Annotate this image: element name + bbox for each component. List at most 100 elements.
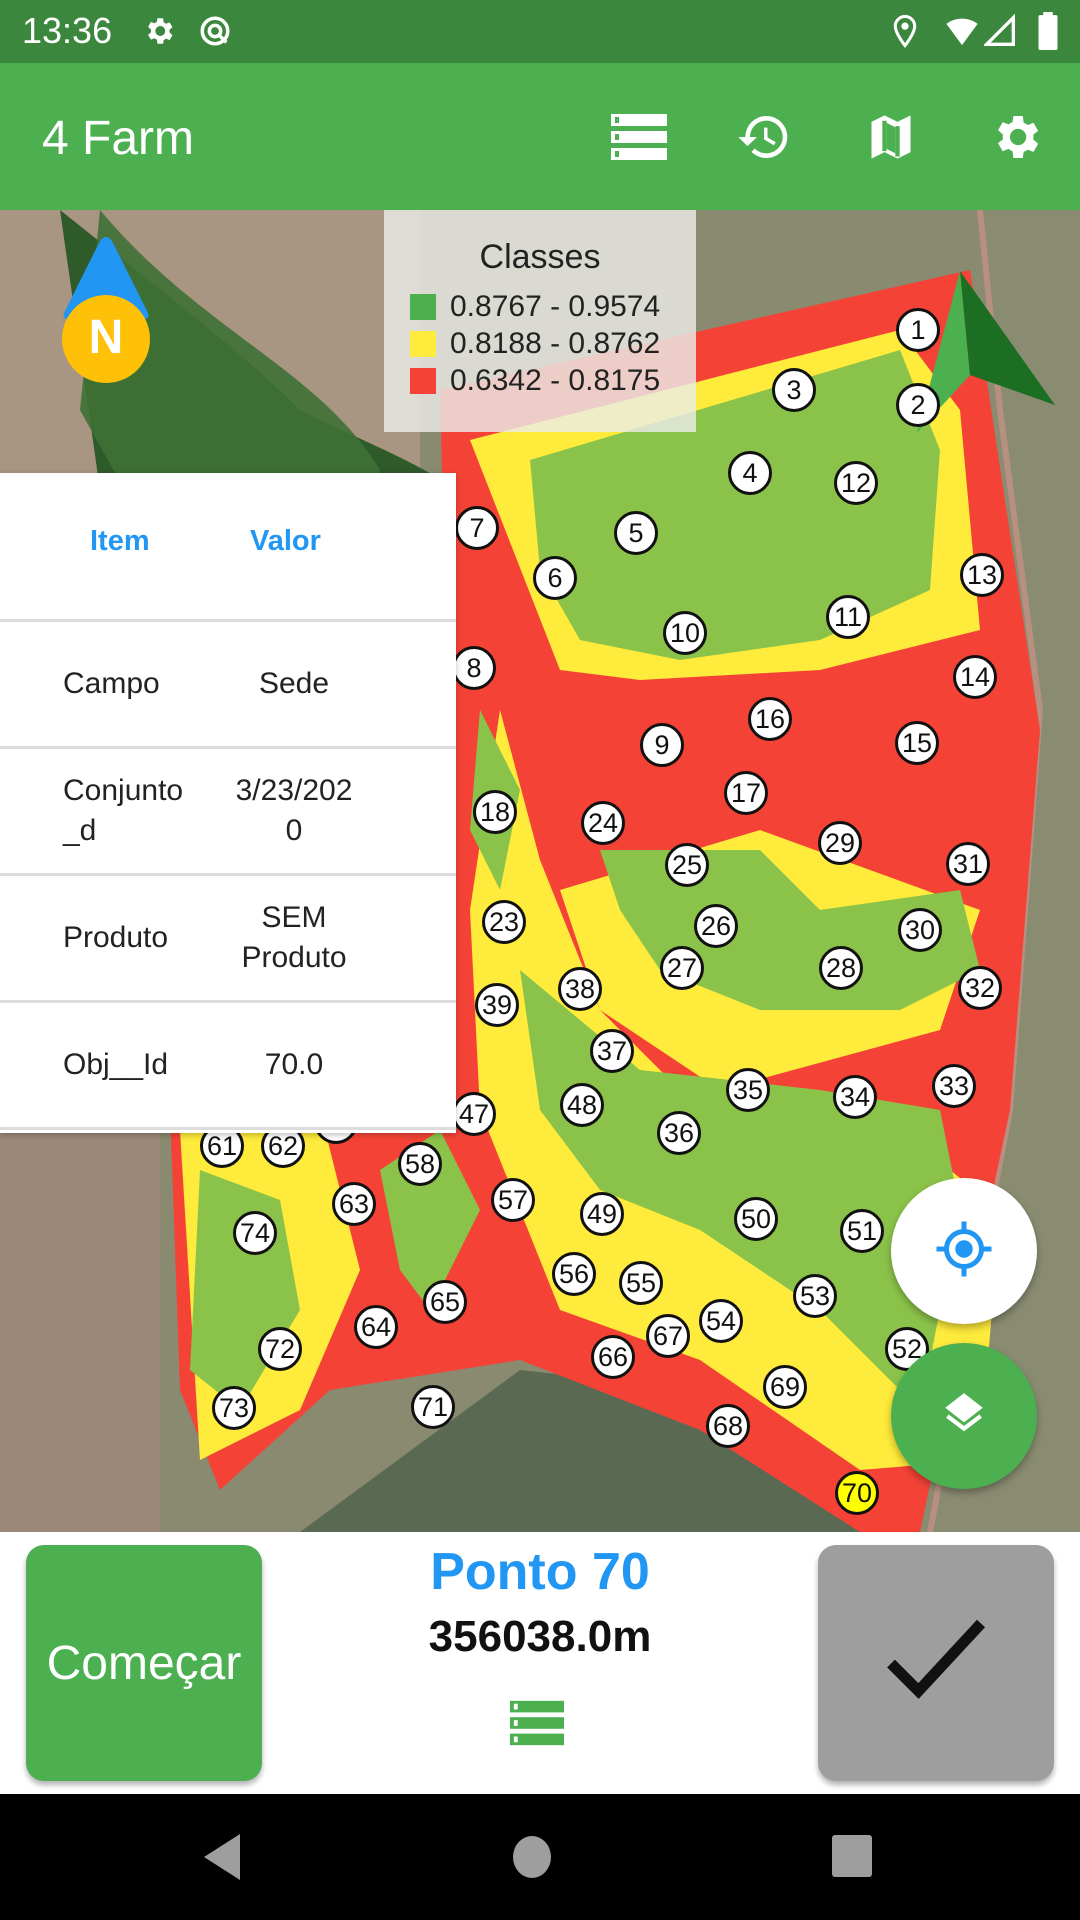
sample-point[interactable]: 48	[560, 1083, 604, 1127]
table-row: Produto SEM Produto	[0, 876, 456, 1003]
sample-point[interactable]: 49	[580, 1192, 624, 1236]
sample-point[interactable]: 10	[663, 611, 707, 655]
sample-point[interactable]: 18	[473, 790, 517, 834]
sample-point[interactable]: 71	[411, 1385, 455, 1429]
list-icon	[611, 113, 667, 165]
confirm-button[interactable]	[818, 1545, 1054, 1781]
sample-point[interactable]: 3	[772, 368, 816, 412]
layers-button[interactable]	[891, 1343, 1037, 1489]
sample-point[interactable]: 64	[354, 1305, 398, 1349]
sample-point[interactable]: 28	[819, 946, 863, 990]
row-value: 3/23/2020	[235, 774, 353, 847]
system-nav-bar	[0, 1794, 1080, 1920]
sample-point[interactable]: 32	[958, 966, 1002, 1010]
sample-point[interactable]: 30	[898, 908, 942, 952]
row-key: Conjunto_d	[63, 774, 184, 847]
sample-point[interactable]: 24	[581, 801, 625, 845]
list-button[interactable]	[603, 103, 675, 175]
sample-point[interactable]: 9	[640, 723, 684, 767]
start-button[interactable]: Começar	[26, 1545, 262, 1781]
sample-point[interactable]: 38	[558, 967, 602, 1011]
sample-point[interactable]: 51	[840, 1209, 884, 1253]
sample-point[interactable]: 5	[614, 511, 658, 555]
sample-point[interactable]: 68	[706, 1404, 750, 1448]
recents-button[interactable]	[830, 1832, 890, 1888]
sample-point[interactable]: 55	[619, 1261, 663, 1305]
sample-point[interactable]: 31	[946, 842, 990, 886]
sample-point[interactable]: 74	[233, 1211, 277, 1255]
legend-swatch-yellow	[410, 331, 436, 357]
sample-point[interactable]: 13	[960, 553, 1004, 597]
sample-point[interactable]: 6	[533, 556, 577, 600]
sample-point[interactable]: 14	[953, 655, 997, 699]
signal-icon	[982, 13, 1016, 53]
map-view[interactable]: N Classes 0.8767 - 0.9574 0.8188 - 0.876…	[0, 210, 1080, 1532]
bottom-panel: Começar Ponto 70 356038.0m	[0, 1532, 1080, 1794]
sample-point[interactable]: 35	[726, 1068, 770, 1112]
sample-point[interactable]: 69	[763, 1365, 807, 1409]
sample-point[interactable]: 47	[452, 1092, 496, 1136]
sample-point[interactable]: 15	[895, 721, 939, 765]
back-icon	[200, 1834, 244, 1886]
sample-point[interactable]: 54	[699, 1299, 743, 1343]
table-row: Conjunto_d 3/23/2020	[0, 749, 456, 876]
sample-point[interactable]: 72	[258, 1327, 302, 1371]
sample-point[interactable]: 65	[423, 1280, 467, 1324]
compass[interactable]: N	[58, 233, 154, 383]
battery-icon	[1038, 12, 1058, 55]
sample-point[interactable]: 66	[591, 1335, 635, 1379]
sample-point[interactable]: 8	[452, 646, 496, 690]
sample-point[interactable]: 23	[482, 900, 526, 944]
sample-point[interactable]: 29	[818, 821, 862, 865]
location-icon	[890, 14, 920, 53]
sample-point[interactable]: 26	[694, 904, 738, 948]
sample-point[interactable]: 37	[590, 1029, 634, 1073]
sample-point[interactable]: 39	[475, 983, 519, 1027]
sample-point[interactable]: 34	[833, 1075, 877, 1119]
sample-point[interactable]: 58	[398, 1142, 442, 1186]
sample-point[interactable]: 2	[896, 383, 940, 427]
history-icon	[736, 109, 792, 170]
row-value: SEM Produto	[241, 901, 347, 974]
app-bar: 4 Farm	[0, 63, 1080, 210]
sample-point[interactable]: 27	[660, 946, 704, 990]
settings-button[interactable]	[980, 103, 1052, 175]
legend: Classes 0.8767 - 0.9574 0.8188 - 0.8762 …	[384, 210, 696, 432]
sample-point[interactable]: 33	[932, 1064, 976, 1108]
sample-point[interactable]: 53	[793, 1274, 837, 1318]
layers-icon	[939, 1389, 989, 1444]
sample-point[interactable]: 17	[724, 771, 768, 815]
sample-point[interactable]: 36	[657, 1111, 701, 1155]
sample-point[interactable]: 25	[665, 843, 709, 887]
row-key: Campo	[63, 667, 160, 700]
header-value: Valor	[250, 525, 321, 557]
sample-point[interactable]: 4	[728, 451, 772, 495]
map-button[interactable]	[855, 103, 927, 175]
sample-point[interactable]: 1	[896, 308, 940, 352]
legend-item: 0.8188 - 0.8762	[410, 327, 660, 361]
settings-icon	[142, 14, 176, 53]
sample-point[interactable]: 12	[834, 461, 878, 505]
sample-point[interactable]: 7	[455, 506, 499, 550]
history-button[interactable]	[728, 103, 800, 175]
app-title: 4 Farm	[42, 112, 195, 165]
sample-point[interactable]: 11	[826, 595, 870, 639]
sample-point[interactable]: 57	[491, 1178, 535, 1222]
point-title: Ponto 70	[430, 1543, 650, 1601]
sample-point[interactable]: 16	[748, 697, 792, 741]
sample-point-selected[interactable]: 70	[835, 1471, 879, 1515]
legend-label: 0.6342 - 0.8175	[450, 364, 661, 397]
sample-point[interactable]: 56	[552, 1252, 596, 1296]
home-button[interactable]	[512, 1832, 572, 1888]
back-button[interactable]	[200, 1832, 260, 1888]
sample-point[interactable]: 73	[212, 1386, 256, 1430]
table-row: Campo Sede	[0, 622, 456, 749]
legend-label: 0.8188 - 0.8762	[450, 327, 661, 360]
legend-swatch-green	[410, 294, 436, 320]
sample-point[interactable]: 50	[734, 1197, 778, 1241]
points-list-button[interactable]	[510, 1700, 570, 1756]
sample-point[interactable]: 63	[332, 1182, 376, 1226]
wifi-icon	[944, 14, 980, 53]
my-location-button[interactable]	[891, 1178, 1037, 1324]
sample-point[interactable]: 67	[646, 1314, 690, 1358]
